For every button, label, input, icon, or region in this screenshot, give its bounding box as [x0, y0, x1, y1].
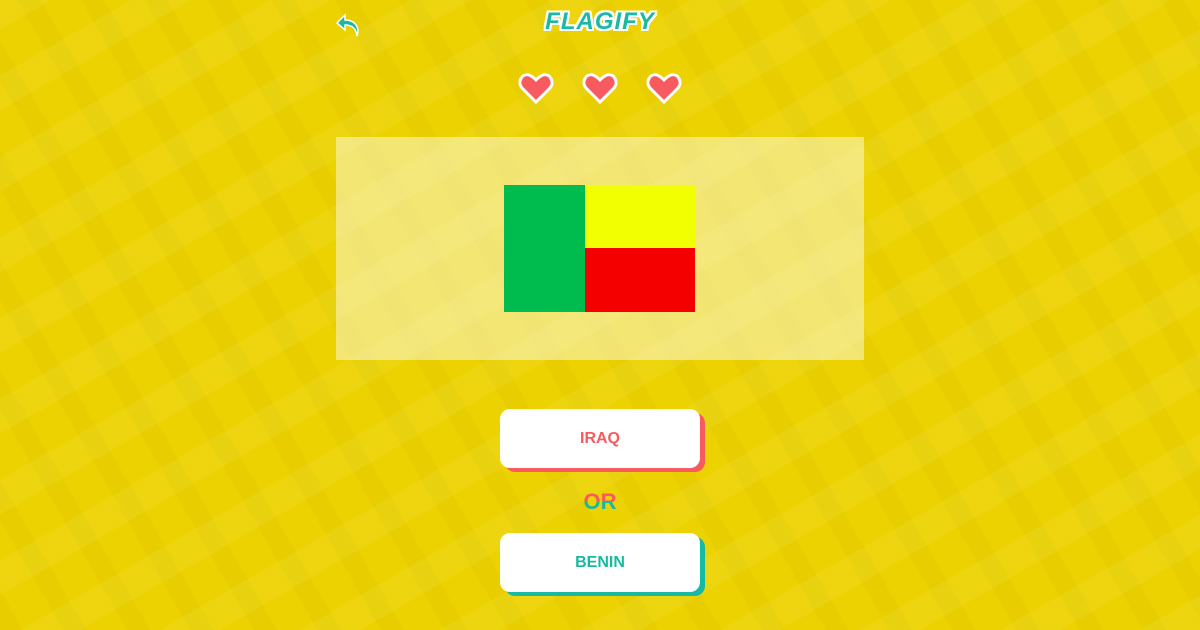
answer-button-iraq[interactable]: IRAQ	[500, 409, 700, 468]
heart-icon	[518, 73, 554, 105]
heart-icon	[646, 73, 682, 105]
app-title: FLAGIFY	[545, 8, 655, 35]
flag-panel	[336, 137, 864, 360]
answer-button-benin[interactable]: BENIN	[500, 533, 700, 592]
or-separator: OR	[0, 489, 1200, 515]
lives	[518, 70, 682, 106]
heart-icon	[582, 73, 618, 105]
flag-image	[504, 185, 695, 312]
